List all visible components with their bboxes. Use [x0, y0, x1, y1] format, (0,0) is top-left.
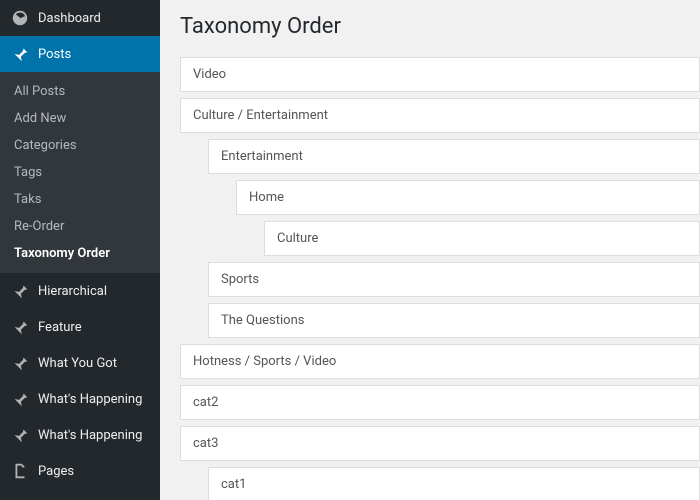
term-item[interactable]: cat1: [208, 467, 700, 500]
menu-dashboard[interactable]: Dashboard: [0, 0, 160, 36]
menu-pages[interactable]: Pages: [0, 453, 160, 489]
pin-icon: [10, 389, 30, 409]
pin-icon: [10, 281, 30, 301]
submenu-all-posts[interactable]: All Posts: [0, 78, 160, 105]
menu-whats-happening-2[interactable]: What's Happening: [0, 417, 160, 453]
submenu-add-new[interactable]: Add New: [0, 105, 160, 132]
submenu-taks[interactable]: Taks: [0, 186, 160, 213]
menu-dashboard-label: Dashboard: [38, 11, 101, 26]
main-content: Taxonomy Order Video Culture / Entertain…: [160, 0, 700, 500]
term-item[interactable]: Video: [180, 57, 700, 92]
term-item[interactable]: Sports: [208, 262, 700, 297]
menu-whats-happening-1-label: What's Happening: [38, 392, 142, 407]
term-item[interactable]: Home: [236, 180, 700, 215]
term-item[interactable]: cat3: [180, 426, 700, 461]
term-item[interactable]: cat2: [180, 385, 700, 420]
term-item[interactable]: Hotness / Sports / Video: [180, 344, 700, 379]
dashboard-icon: [10, 8, 30, 28]
submenu-re-order[interactable]: Re-Order: [0, 213, 160, 240]
menu-pages-label: Pages: [38, 464, 74, 479]
pages-icon: [10, 461, 30, 481]
term-item[interactable]: Culture / Entertainment: [180, 98, 700, 133]
menu-whats-happening-1[interactable]: What's Happening: [0, 381, 160, 417]
submenu-tags[interactable]: Tags: [0, 159, 160, 186]
term-item[interactable]: Entertainment: [208, 139, 700, 174]
term-item[interactable]: Culture: [264, 221, 700, 256]
menu-what-you-got[interactable]: What You Got: [0, 345, 160, 381]
submenu-categories[interactable]: Categories: [0, 132, 160, 159]
menu-hierarchical-label: Hierarchical: [38, 284, 107, 299]
page-title: Taxonomy Order: [180, 14, 700, 39]
menu-feature-label: Feature: [38, 320, 82, 335]
term-item[interactable]: The Questions: [208, 303, 700, 338]
menu-posts-label: Posts: [38, 47, 71, 62]
pin-icon: [10, 353, 30, 373]
taxonomy-term-list: Video Culture / Entertainment Entertainm…: [180, 57, 700, 500]
admin-sidebar: Dashboard Posts All Posts Add New Catego…: [0, 0, 160, 500]
menu-feature[interactable]: Feature: [0, 309, 160, 345]
menu-hierarchical[interactable]: Hierarchical: [0, 273, 160, 309]
menu-posts-submenu: All Posts Add New Categories Tags Taks R…: [0, 72, 160, 273]
menu-whats-happening-2-label: What's Happening: [38, 428, 142, 443]
submenu-taxonomy-order[interactable]: Taxonomy Order: [0, 240, 160, 267]
menu-what-you-got-label: What You Got: [38, 356, 117, 371]
pin-icon: [10, 44, 30, 64]
menu-posts[interactable]: Posts: [0, 36, 160, 72]
pin-icon: [10, 425, 30, 445]
pin-icon: [10, 317, 30, 337]
